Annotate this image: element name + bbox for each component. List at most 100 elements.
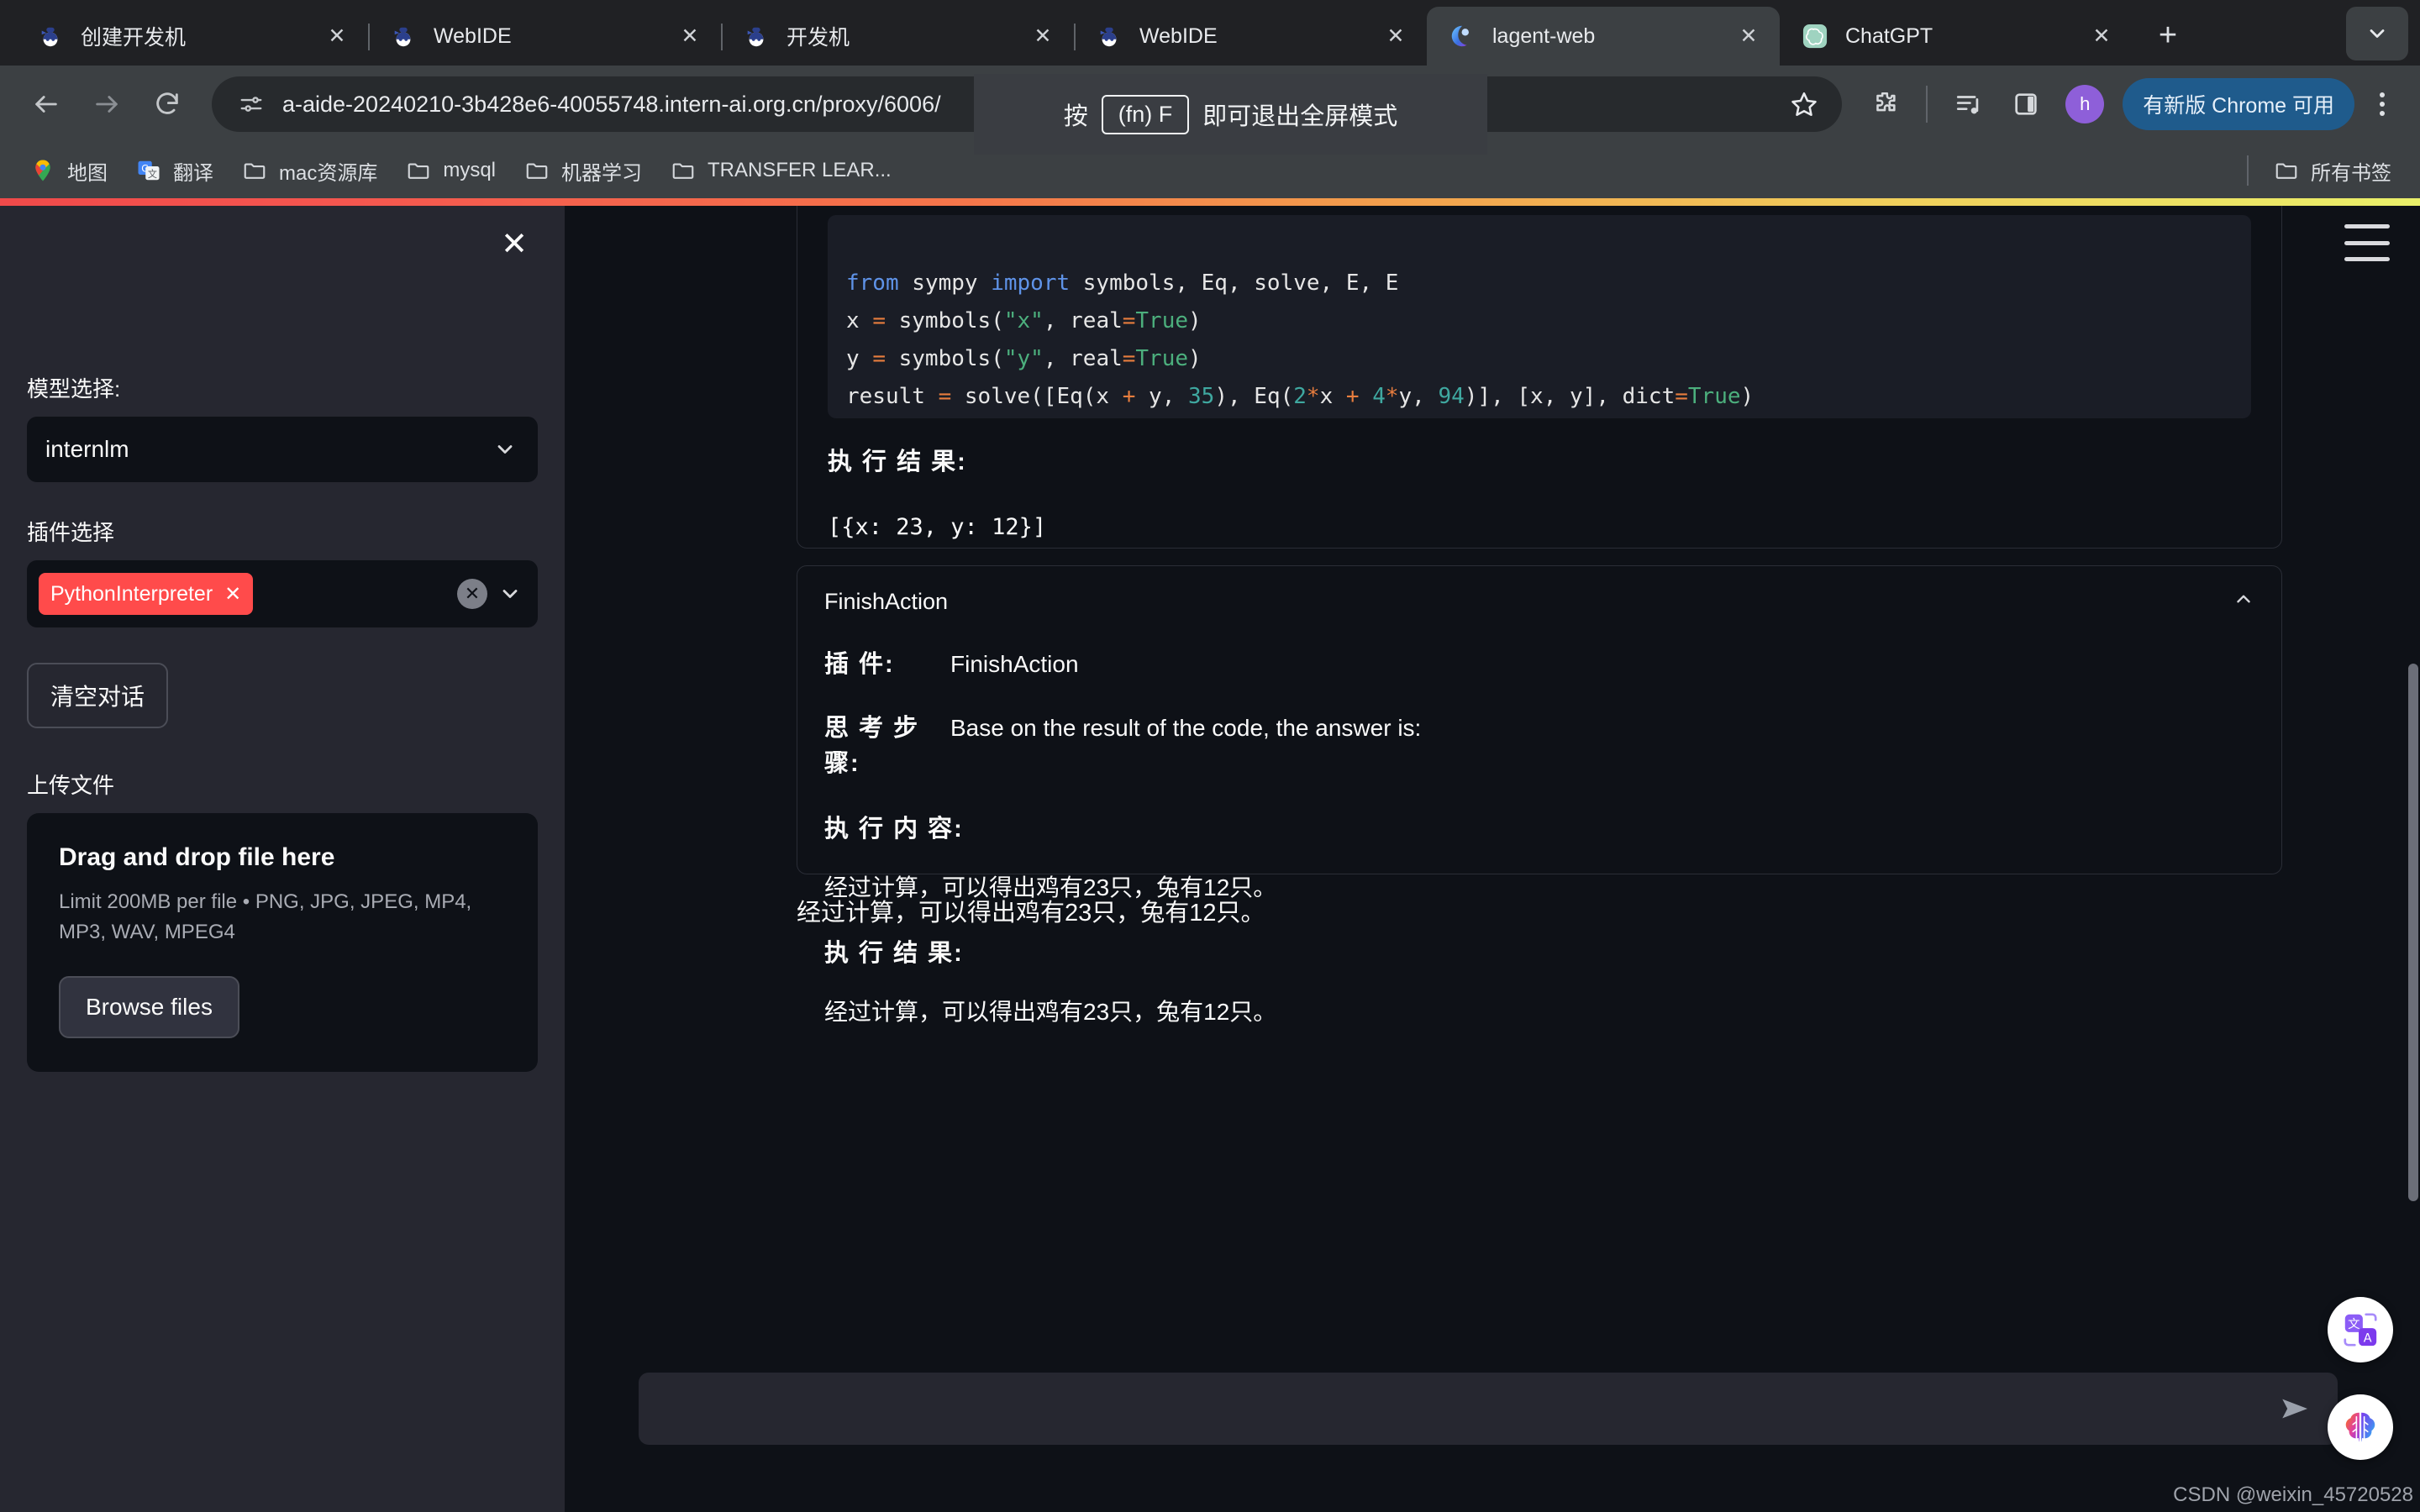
folder-icon [523,156,551,185]
bookmark-item[interactable]: 机器学习 [511,150,654,191]
chat-input[interactable] [639,1373,2338,1445]
browser-tab-active[interactable]: lagent-web ✕ [1427,7,1780,66]
fullscreen-tooltip-key: (fn) F [1101,94,1190,134]
side-panel-icon[interactable] [2000,78,2052,130]
star-icon[interactable] [1781,81,1827,127]
bookmark-item[interactable]: G 文 翻译 [123,150,225,191]
finish-result-value: 经过计算，可以得出鸡有23只，兔有12只。 [824,999,1277,1025]
file-uploader-dropzone[interactable]: Drag and drop file here Limit 200MB per … [27,813,538,1072]
tab-title: 创建开发机 [81,26,187,50]
avatar[interactable]: h [2065,85,2105,123]
reading-list-icon[interactable] [1943,78,1995,130]
translate-icon[interactable]: 文 A [2328,1297,2393,1362]
bookmark-item[interactable]: 地图 [17,150,119,191]
plugin-multiselect[interactable]: PythonInterpreter ✕ ✕ [27,560,538,627]
new-tab-button[interactable]: + [2143,10,2193,60]
tab-title: WebIDE [434,24,512,48]
google-translate-icon: G 文 [134,156,163,185]
fullscreen-tooltip: 按 (fn) F 即可退出全屏模式 [974,74,1487,155]
tab-title: 开发机 [786,26,850,50]
finish-plugin-row: 插 件: FinishAction [824,644,2254,680]
browser-tab[interactable]: 创建开发机 ✕ [15,7,370,66]
close-icon[interactable]: ✕ [2087,22,2116,50]
reload-button[interactable] [139,76,195,132]
browser-tab[interactable]: 开发机 ✕ [721,7,1076,66]
browser-tab[interactable]: WebIDE ✕ [1074,7,1427,66]
back-button[interactable] [18,76,74,132]
model-select[interactable]: internlm [27,417,538,482]
hamburger-menu-icon[interactable] [2344,224,2390,261]
close-icon[interactable]: ✕ [1028,22,1057,50]
bookmark-label: 地图 [67,161,108,185]
all-bookmarks-label: 所有书签 [2311,161,2391,185]
close-icon[interactable]: ✕ [491,221,538,268]
brain-icon[interactable] [2328,1394,2393,1460]
fullscreen-tooltip-suffix: 即可退出全屏模式 [1202,103,1398,130]
chevron-up-icon[interactable] [2233,588,2254,616]
tab-search-button[interactable] [2346,7,2408,60]
intern-robot-icon [1096,23,1123,50]
forward-button[interactable] [79,76,134,132]
chevron-down-icon[interactable] [491,435,519,464]
clear-all-icon[interactable]: ✕ [457,579,487,609]
chevron-down-icon[interactable] [496,580,524,608]
model-select-label: 模型选择: [27,376,121,402]
site-settings-icon[interactable] [232,85,271,123]
bookmarks-divider [2247,155,2249,186]
svg-text:文: 文 [2348,1317,2360,1331]
fullscreen-tooltip-prefix: 按 [1063,103,1088,130]
kebab-menu-icon[interactable] [2363,78,2402,130]
finish-thought-value: Base on the result of the code, the answ… [950,715,1422,741]
finish-result-key: 执 行 结 果: [824,940,964,967]
bookmark-label: mac资源库 [279,161,378,185]
app-sidebar: ✕ 模型选择: internlm 插件选择 PythonInterpreter … [0,206,565,1512]
bookmark-item[interactable]: mac资源库 [229,150,389,191]
chrome-update-button[interactable]: 有新版 Chrome 可用 [2123,78,2354,130]
code-block: from sympy import symbols, Eq, solve, E,… [828,215,2251,418]
close-icon[interactable]: ✕ [323,22,351,50]
tab-title: WebIDE [1139,24,1218,48]
scrollbar-thumb[interactable] [2408,664,2418,1201]
folder-icon [240,156,269,185]
dropzone-title: Drag and drop file here [59,843,335,871]
close-icon[interactable]: ✕ [676,22,704,50]
tab-title: lagent-web [1492,24,1596,48]
model-select-group: 模型选择: internlm [27,372,538,482]
browser-tab[interactable]: WebIDE ✕ [368,7,723,66]
google-maps-icon [29,156,57,185]
watermark: CSDN @weixin_45720528 [2173,1483,2413,1506]
dropzone-limit: Limit 200MB per file • PNG, JPG, JPEG, M… [59,890,472,943]
page-content: ✕ 模型选择: internlm 插件选择 PythonInterpreter … [0,206,2420,1512]
send-icon[interactable] [2275,1389,2316,1429]
svg-text:A: A [2364,1331,2372,1345]
finish-thought-row: 思 考 步 骤: Base on the result of the code,… [824,708,2254,779]
streamlit-icon [1449,23,1476,50]
all-bookmarks-button[interactable]: 所有书签 [2260,150,2403,191]
toolbar-divider [1926,86,1928,123]
finish-plugin-value: FinishAction [950,651,1079,677]
close-icon[interactable]: ✕ [1381,22,1410,50]
plugin-chip-label: PythonInterpreter [50,581,213,606]
browser-tab[interactable]: ChatGPT ✕ [1780,7,2133,66]
page-scrollbar[interactable] [2407,206,2420,1512]
bookmark-item[interactable]: TRANSFER LEAR... [657,150,903,191]
upload-label: 上传文件 [27,773,115,798]
puzzle-icon[interactable] [1859,78,1911,130]
finish-action-card: FinishAction 插 件: FinishAction 思 考 步 骤: … [797,565,2282,1025]
folder-icon [2272,156,2301,185]
bookmarks-bar-right: 所有书签 [2235,150,2403,191]
finish-plugin-key: 插 件: [824,651,895,678]
close-icon[interactable]: ✕ [1734,22,1763,50]
finish-action-header[interactable]: FinishAction [824,588,2254,616]
exec-result-label: 执 行 结 果: [828,449,967,475]
close-icon[interactable]: ✕ [224,582,241,606]
bookmark-label: mysql [443,159,497,181]
bookmark-item[interactable]: mysql [392,150,508,191]
exec-result-value: [{x: 23, y: 12}] [828,514,1047,540]
bookmark-label: TRANSFER LEAR... [708,159,892,181]
intern-robot-icon [390,23,417,50]
clear-chat-button[interactable]: 清空对话 [27,663,169,728]
browse-files-button[interactable]: Browse files [59,976,239,1038]
tab-strip: 创建开发机 ✕ WebIDE ✕ 开发机 ✕ WebIDE ✕ lagent-w… [0,0,2420,66]
plugin-chip[interactable]: PythonInterpreter ✕ [39,573,254,615]
